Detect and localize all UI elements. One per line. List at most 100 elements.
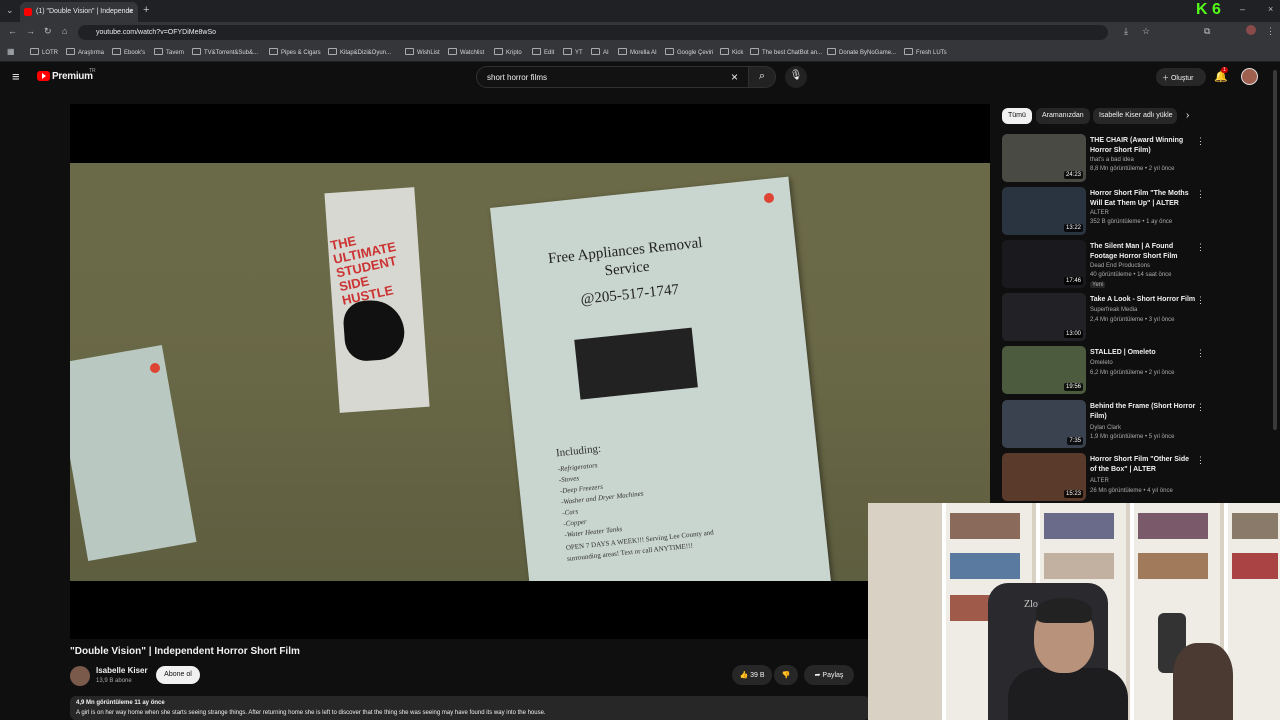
video-thumbnail[interactable]: 13:22 bbox=[1002, 187, 1086, 235]
kick-extension-badge[interactable]: K 6 bbox=[1196, 1, 1221, 19]
bookmark-item[interactable]: AI bbox=[591, 48, 609, 56]
channel-name[interactable]: Isabelle Kiser bbox=[96, 666, 148, 675]
bookmark-item[interactable]: Ebook's bbox=[112, 48, 145, 56]
bookmark-item[interactable]: The best ChatBot an... bbox=[750, 48, 822, 56]
rec-meta: 26 Mn görüntüleme • 4 yıl önce bbox=[1090, 488, 1173, 494]
page-scrollbar[interactable] bbox=[1273, 70, 1277, 430]
recommendation-item[interactable]: 13:22 Horror Short Film "The Moths Will … bbox=[1002, 187, 1212, 237]
voice-search-button[interactable]: 🎙 bbox=[785, 66, 807, 88]
rec-channel[interactable]: ALTER bbox=[1090, 210, 1109, 216]
rec-title[interactable]: Horror Short Film "The Moths Will Eat Th… bbox=[1090, 189, 1196, 209]
chip-all[interactable]: Tümü bbox=[1002, 108, 1032, 124]
bookmark-item[interactable]: LOTR bbox=[30, 48, 58, 56]
rec-title[interactable]: Behind the Frame (Short Horror Film) bbox=[1090, 402, 1196, 422]
bookmark-item[interactable]: Fresh LUTs bbox=[904, 48, 947, 56]
bookmark-item[interactable]: Pipes & Cigars bbox=[269, 48, 321, 56]
like-button[interactable]: 👍 39 B bbox=[732, 665, 772, 685]
subscribe-button[interactable]: Abone ol bbox=[156, 666, 200, 684]
search-input[interactable]: short horror films × bbox=[476, 66, 748, 88]
notification-count-badge: 1 bbox=[1221, 67, 1228, 73]
minimize-icon[interactable]: – bbox=[1240, 4, 1245, 14]
more-options-icon[interactable]: ⋮ bbox=[1196, 189, 1205, 200]
search-button[interactable]: ⌕ bbox=[748, 66, 776, 88]
video-frame[interactable]: THE ULTIMATE STUDENT SIDE HUSTLE Free Ap… bbox=[70, 163, 990, 581]
bookmark-item[interactable]: Donate ByNoGame... bbox=[827, 48, 896, 56]
bookmark-item[interactable]: Morella AI bbox=[618, 48, 657, 56]
create-button[interactable]: ＋ Oluştur bbox=[1156, 68, 1206, 86]
url-field[interactable]: youtube.com/watch?v=OFYDiMe8wSo bbox=[78, 25, 1108, 40]
rec-channel[interactable]: Dead End Productions bbox=[1090, 263, 1150, 269]
bookmark-item[interactable]: Araştırma bbox=[66, 48, 104, 56]
video-thumbnail[interactable]: 7:35 bbox=[1002, 400, 1086, 448]
back-icon[interactable]: ← bbox=[8, 26, 17, 36]
logo-text[interactable]: Premium bbox=[52, 71, 93, 82]
window-close-icon[interactable]: × bbox=[1268, 4, 1273, 14]
rec-title[interactable]: The Silent Man | A Found Footage Horror … bbox=[1090, 242, 1196, 262]
rec-channel[interactable]: Omeleto bbox=[1090, 360, 1113, 366]
bookmark-star-icon[interactable]: ☆ bbox=[1142, 26, 1150, 37]
chip-uploads[interactable]: Isabelle Kiser adlı yükle bbox=[1093, 108, 1177, 124]
install-icon[interactable]: ⤓ bbox=[1124, 26, 1128, 37]
video-thumbnail[interactable]: 17:46 bbox=[1002, 240, 1086, 288]
youtube-logo-icon[interactable] bbox=[37, 71, 50, 81]
bookmark-item[interactable]: Kripto bbox=[494, 48, 522, 56]
hamburger-menu-icon[interactable]: ≡ bbox=[12, 69, 20, 84]
bookmark-item[interactable]: YT bbox=[563, 48, 583, 56]
recommendation-item[interactable]: 24:23 THE CHAIR (Award Winning Horror Sh… bbox=[1002, 134, 1212, 184]
more-options-icon[interactable]: ⋮ bbox=[1196, 402, 1205, 413]
rec-channel[interactable]: Dylan Clark bbox=[1090, 425, 1121, 431]
share-button[interactable]: ➦ Paylaş bbox=[804, 665, 854, 685]
rec-channel[interactable]: that's a bad idea bbox=[1090, 157, 1134, 163]
description-box[interactable]: 4,9 Mn görüntüleme 11 ay önce A girl is … bbox=[70, 696, 870, 720]
bookmark-item[interactable]: Edit bbox=[532, 48, 554, 56]
more-options-icon[interactable]: ⋮ bbox=[1196, 295, 1205, 306]
extensions-icon[interactable]: ⧉ bbox=[1204, 26, 1210, 37]
bookmark-item[interactable]: Kitap&Dizi&Oyun... bbox=[328, 48, 391, 56]
recommendation-item[interactable]: 19:56 STALLED | Omeleto Omeleto 6,2 Mn g… bbox=[1002, 346, 1212, 396]
more-options-icon[interactable]: ⋮ bbox=[1196, 136, 1205, 147]
more-options-icon[interactable]: ⋮ bbox=[1196, 348, 1205, 359]
forward-icon[interactable]: → bbox=[26, 26, 35, 36]
apps-grid-icon[interactable]: ▦ bbox=[7, 47, 15, 56]
including-heading: Including: bbox=[555, 442, 602, 460]
video-title: "Double Vision" | Independent Horror Sho… bbox=[70, 646, 300, 657]
chip-from-search[interactable]: Aramanızdan bbox=[1036, 108, 1090, 124]
recommendation-item[interactable]: 17:46 The Silent Man | A Found Footage H… bbox=[1002, 240, 1212, 290]
dislike-button[interactable]: 👎 bbox=[774, 665, 798, 685]
url-text: youtube.com/watch?v=OFYDiMe8wSo bbox=[96, 29, 217, 36]
bookmark-item[interactable]: WishList bbox=[405, 48, 440, 56]
share-label: Paylaş bbox=[822, 672, 844, 679]
more-options-icon[interactable]: ⋮ bbox=[1196, 455, 1205, 466]
rec-channel[interactable]: ALTER bbox=[1090, 478, 1109, 484]
profile-icon[interactable] bbox=[1246, 25, 1256, 35]
new-tab-icon[interactable]: + bbox=[143, 4, 149, 16]
rec-channel[interactable]: Superfreak Media bbox=[1090, 307, 1137, 313]
recommendation-item[interactable]: 15:23 Horror Short Film "Other Side of t… bbox=[1002, 453, 1212, 503]
bookmark-item[interactable]: Google Çeviri bbox=[665, 48, 713, 56]
reload-icon[interactable]: ↻ bbox=[44, 26, 52, 37]
rec-title[interactable]: Take A Look - Short Horror Film bbox=[1090, 295, 1196, 305]
tab-list-icon[interactable]: ⌄ bbox=[6, 5, 14, 16]
video-thumbnail[interactable]: 19:56 bbox=[1002, 346, 1086, 394]
channel-avatar[interactable] bbox=[70, 666, 90, 686]
browser-tab[interactable]: (1) "Double Vision" | Independe × bbox=[20, 2, 138, 22]
rec-title[interactable]: STALLED | Omeleto bbox=[1090, 348, 1196, 358]
bookmark-item[interactable]: Watchlist bbox=[448, 48, 484, 56]
rec-title[interactable]: THE CHAIR (Award Winning Horror Short Fi… bbox=[1090, 136, 1196, 156]
chevron-right-icon[interactable]: › bbox=[1186, 110, 1189, 121]
recommendation-item[interactable]: 7:35 Behind the Frame (Short Horror Film… bbox=[1002, 400, 1212, 450]
menu-dots-icon[interactable]: ⋮ bbox=[1266, 26, 1275, 37]
video-thumbnail[interactable]: 13:00 bbox=[1002, 293, 1086, 341]
clear-search-icon[interactable]: × bbox=[731, 70, 738, 84]
bookmark-item[interactable]: Kick bbox=[720, 48, 743, 56]
bookmark-item[interactable]: TV&Torrent&Sub&... bbox=[192, 48, 258, 56]
more-options-icon[interactable]: ⋮ bbox=[1196, 242, 1205, 253]
home-icon[interactable]: ⌂ bbox=[62, 26, 67, 36]
video-thumbnail[interactable]: 24:23 bbox=[1002, 134, 1086, 182]
close-tab-icon[interactable]: × bbox=[128, 6, 133, 16]
bookmark-item[interactable]: Tavern bbox=[154, 48, 184, 56]
rec-title[interactable]: Horror Short Film "Other Side of the Box… bbox=[1090, 455, 1196, 475]
account-avatar[interactable] bbox=[1241, 68, 1258, 85]
recommendation-item[interactable]: 13:00 Take A Look - Short Horror Film Su… bbox=[1002, 293, 1212, 343]
video-thumbnail[interactable]: 15:23 bbox=[1002, 453, 1086, 501]
